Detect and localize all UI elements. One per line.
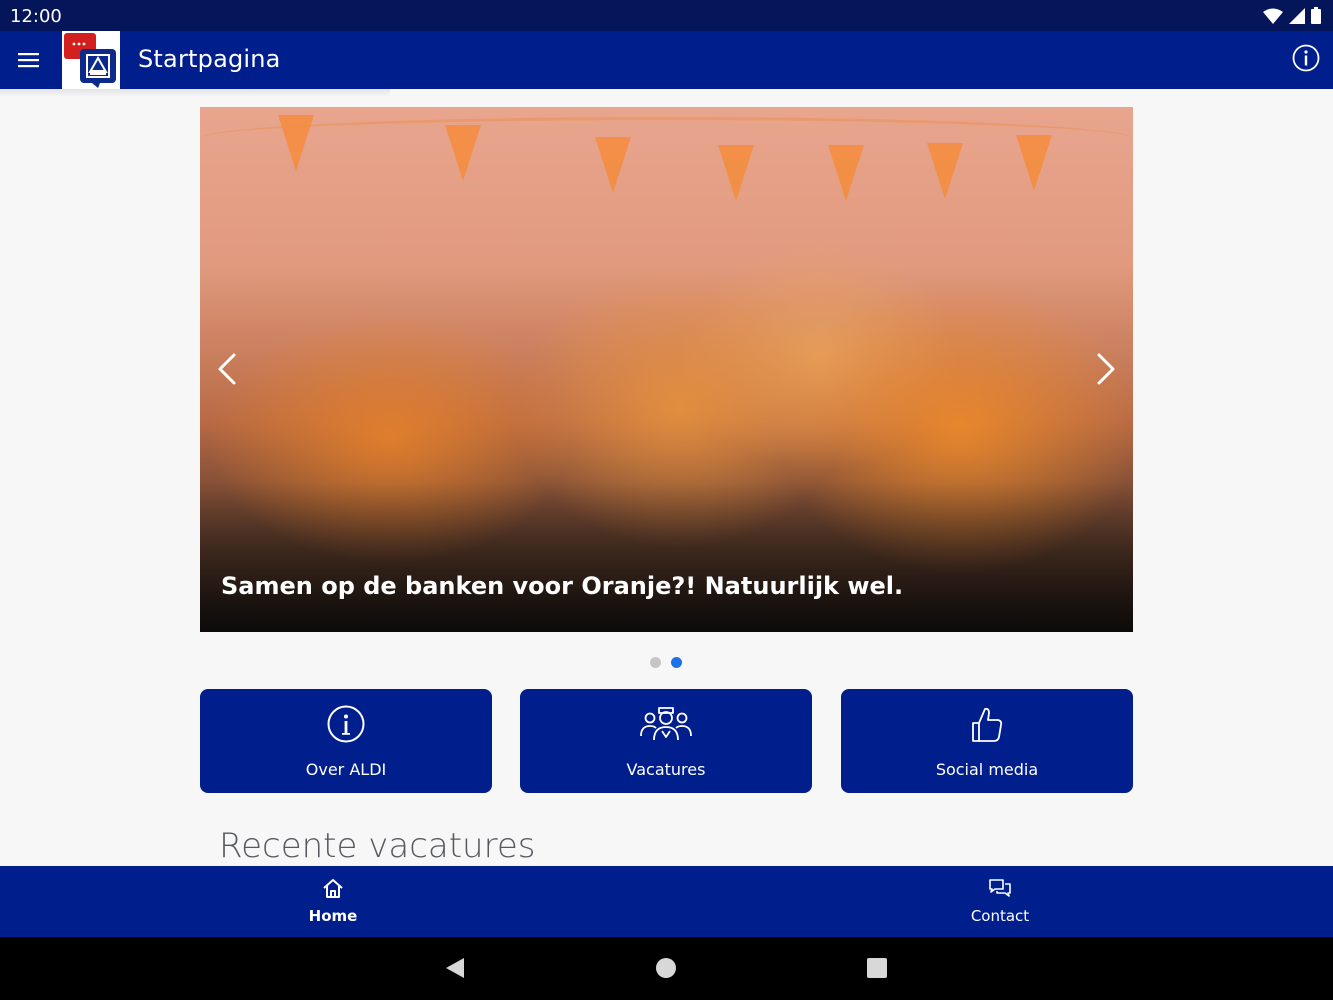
- tile-over-aldi[interactable]: Over ALDI: [200, 689, 492, 793]
- bunting-flag: [927, 143, 963, 199]
- signal-icon: [1289, 7, 1305, 24]
- tile-social-media[interactable]: Social media: [841, 689, 1133, 793]
- carousel-indicators: [650, 657, 682, 668]
- bunting-string: [200, 117, 1133, 160]
- status-time: 12:00: [10, 6, 62, 27]
- wifi-icon: [1263, 8, 1283, 24]
- recents-square-icon[interactable]: [867, 957, 887, 979]
- carousel-dot-active[interactable]: [671, 657, 682, 668]
- app-logo: [62, 31, 120, 89]
- caption-overlay: [200, 482, 1133, 632]
- bunting-flag: [445, 125, 481, 181]
- carousel-caption: Samen op de banken voor Oranje?! Natuurl…: [221, 572, 904, 600]
- tile-vacatures[interactable]: Vacatures: [520, 689, 812, 793]
- bunting-flag: [828, 145, 864, 201]
- system-icons: [1263, 7, 1321, 24]
- section-title-recent-jobs: Recente vacatures: [219, 826, 536, 866]
- bunting-flag: [278, 115, 314, 171]
- info-icon[interactable]: [1291, 43, 1321, 73]
- page-title: Startpagina: [138, 45, 281, 73]
- hero-carousel[interactable]: Samen op de banken voor Oranje?! Natuurl…: [200, 107, 1133, 632]
- tile-label: Vacatures: [626, 760, 706, 779]
- bunting-flag: [718, 145, 754, 201]
- chat-bubbles-icon: [989, 879, 1011, 897]
- tile-label: Social media: [935, 760, 1039, 779]
- status-bar: 12:00: [0, 0, 1333, 31]
- app-bar-shadow: [0, 89, 390, 97]
- carousel-dot[interactable]: [650, 657, 661, 668]
- app-bar: Startpagina: [0, 31, 1333, 89]
- thumbs-up-icon: [972, 707, 1003, 742]
- nav-label: Contact: [970, 907, 1030, 925]
- back-triangle-icon[interactable]: [444, 957, 466, 979]
- bunting-flag: [1016, 135, 1052, 191]
- system-navigation-bar: [0, 937, 1333, 1000]
- home-circle-icon[interactable]: [655, 957, 677, 979]
- info-circle-icon: [327, 705, 365, 743]
- home-icon: [323, 879, 343, 898]
- chevron-right-icon[interactable]: [1085, 347, 1125, 391]
- bottom-navigation: Home Contact: [0, 866, 1333, 937]
- battery-icon: [1311, 7, 1321, 24]
- hamburger-menu-icon[interactable]: [14, 47, 44, 73]
- nav-home[interactable]: Home: [233, 866, 433, 937]
- nav-label: Home: [308, 907, 358, 925]
- chevron-left-icon[interactable]: [208, 347, 248, 391]
- bunting-flag: [595, 137, 631, 193]
- people-group-icon: [640, 707, 692, 741]
- nav-contact[interactable]: Contact: [900, 866, 1100, 937]
- tile-label: Over ALDI: [305, 760, 387, 779]
